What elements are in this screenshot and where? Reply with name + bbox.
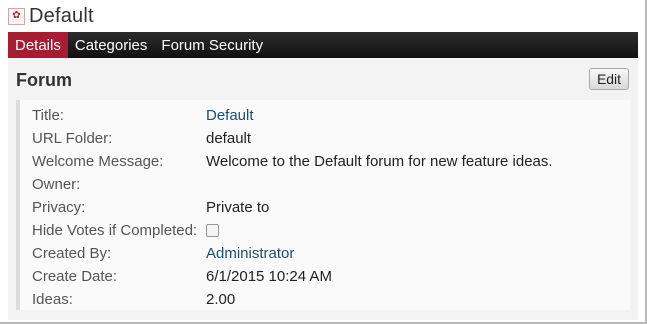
edit-button[interactable]: Edit bbox=[589, 68, 629, 90]
title-label: Title: bbox=[32, 106, 64, 124]
hide-votes-label: Hide Votes if Completed: bbox=[32, 221, 198, 239]
tab-categories[interactable]: Categories bbox=[68, 32, 155, 58]
tab-forum-security[interactable]: Forum Security bbox=[154, 32, 270, 58]
tab-details[interactable]: Details bbox=[8, 32, 68, 58]
detail-row-url-folder: URL Folder: default bbox=[32, 127, 632, 149]
welcome-message-value: Welcome to the Default forum for new fea… bbox=[206, 152, 553, 170]
hide-votes-checkbox bbox=[206, 223, 219, 237]
tab-bar: Details Categories Forum Security bbox=[8, 32, 638, 58]
privacy-label: Privacy: bbox=[32, 198, 86, 216]
detail-row-created-by: Created By: Administrator bbox=[32, 242, 632, 264]
privacy-value: Private to bbox=[206, 198, 270, 216]
ideas-label: Ideas: bbox=[32, 290, 73, 308]
detail-row-create-date: Create Date: 6/1/2015 10:24 AM bbox=[32, 265, 632, 287]
ideas-value: 2.00 bbox=[206, 290, 236, 308]
forum-icon: ✿ bbox=[8, 7, 25, 25]
detail-row-ideas: Ideas: 2.00 bbox=[32, 288, 632, 310]
owner-label: Owner: bbox=[32, 175, 81, 193]
created-by-link[interactable]: Administrator bbox=[206, 245, 294, 262]
title-bar: ✿ Default bbox=[8, 4, 94, 28]
create-date-value: 6/1/2015 10:24 AM bbox=[206, 267, 332, 285]
welcome-message-label: Welcome Message: bbox=[32, 152, 164, 170]
create-date-label: Create Date: bbox=[32, 267, 118, 285]
detail-row-hide-votes: Hide Votes if Completed: bbox=[32, 219, 632, 241]
window-frame: ✿ Default Details Categories Forum Secur… bbox=[0, 0, 647, 324]
detail-row-owner: Owner: bbox=[32, 173, 632, 195]
created-by-label: Created By: bbox=[32, 244, 112, 262]
url-folder-label: URL Folder: bbox=[32, 129, 113, 147]
url-folder-value: default bbox=[206, 129, 252, 147]
details-list: Title: Default URL Folder: default Welco… bbox=[16, 100, 630, 310]
detail-row-welcome-message: Welcome Message: Welcome to the Default … bbox=[32, 150, 632, 172]
section-heading: Forum bbox=[16, 70, 72, 90]
title-value-link[interactable]: Default bbox=[206, 107, 254, 124]
detail-row-title: Title: Default bbox=[32, 104, 632, 126]
detail-row-privacy: Privacy: Private to bbox=[32, 196, 632, 218]
details-panel: Forum Edit Title: Default URL Folder: de… bbox=[8, 58, 638, 320]
page-title: Default bbox=[29, 4, 94, 27]
